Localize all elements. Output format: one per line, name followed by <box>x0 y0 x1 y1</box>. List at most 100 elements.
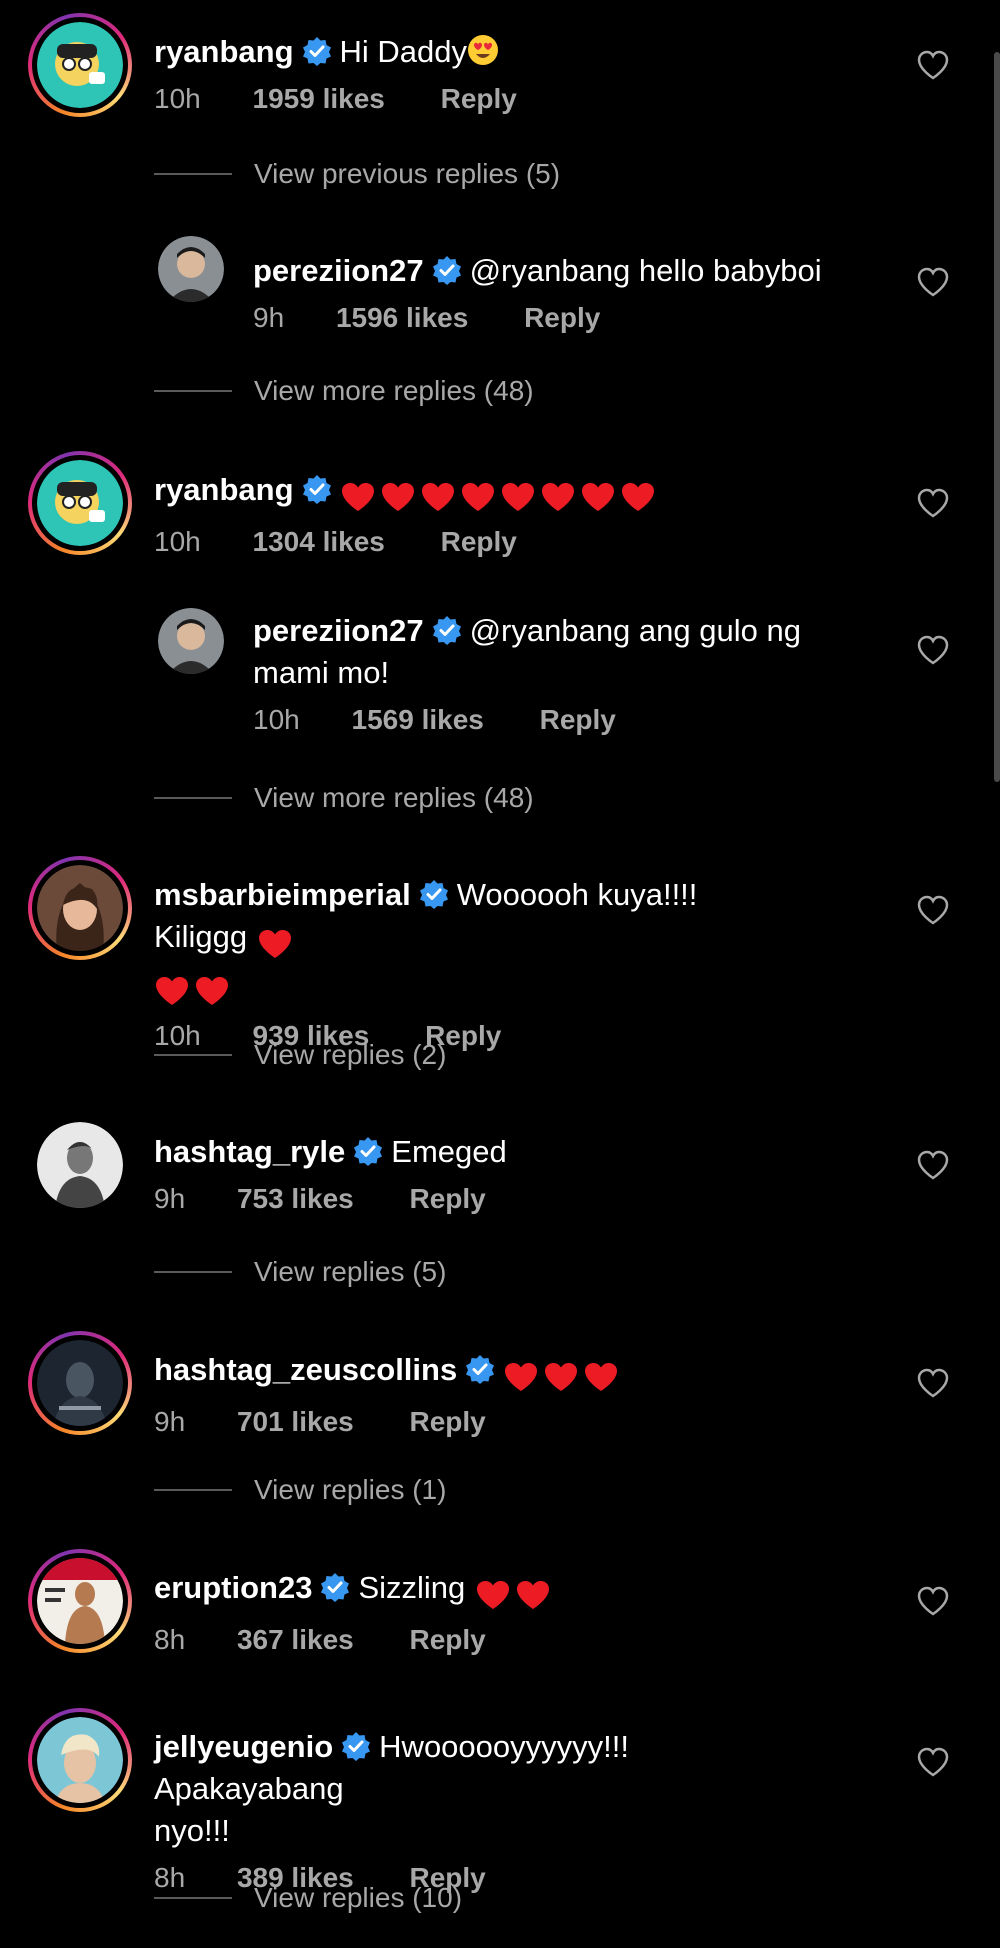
scrollbar[interactable] <box>994 52 1000 782</box>
red-heart-emoji-icon <box>540 481 576 513</box>
avatar[interactable] <box>28 856 132 960</box>
likes-count[interactable]: 1959 likes <box>253 79 385 119</box>
avatar[interactable] <box>158 236 224 302</box>
likes-count[interactable]: 367 likes <box>237 1620 354 1660</box>
heart-eyes-emoji-icon <box>467 34 499 66</box>
divider <box>154 1271 232 1273</box>
verified-badge-icon <box>432 615 462 645</box>
verified-badge-icon <box>353 1136 383 1166</box>
likes-count[interactable]: 1304 likes <box>253 522 385 562</box>
like-heart-icon[interactable] <box>916 49 950 81</box>
like-heart-icon[interactable] <box>916 1585 950 1617</box>
red-heart-emoji-icon <box>340 481 376 513</box>
like-heart-icon[interactable] <box>916 266 950 298</box>
verified-badge-icon <box>302 36 332 66</box>
profile-photo-icon <box>158 608 224 674</box>
username[interactable]: ryanbang <box>154 472 294 507</box>
comment-text: Hi Daddy <box>339 34 468 69</box>
red-heart-emoji-icon <box>460 481 496 513</box>
profile-photo-icon <box>37 1340 123 1426</box>
view-replies-button[interactable]: View more replies (48) <box>154 778 534 818</box>
like-heart-icon[interactable] <box>916 1367 950 1399</box>
red-heart-emoji-icon <box>475 1579 511 1611</box>
red-heart-emoji-icon <box>620 481 656 513</box>
view-replies-label: View replies (1) <box>254 1474 447 1505</box>
view-replies-button[interactable]: View replies (5) <box>154 1252 446 1292</box>
comment-text: @ryanbang ang gulo ng <box>469 613 801 648</box>
reply-button[interactable]: Reply <box>410 1402 486 1442</box>
likes-count[interactable]: 1569 likes <box>352 700 484 740</box>
view-replies-button[interactable]: View replies (2) <box>154 1035 446 1075</box>
username[interactable]: eruption23 <box>154 1570 312 1605</box>
reply-button[interactable]: Reply <box>410 1620 486 1660</box>
comment-text-continued: mami mo! <box>253 655 390 690</box>
profile-photo-icon <box>37 1717 123 1803</box>
username[interactable]: ryanbang <box>154 34 294 69</box>
username[interactable]: hashtag_ryle <box>154 1134 345 1169</box>
like-heart-icon[interactable] <box>916 894 950 926</box>
avatar[interactable] <box>28 451 132 555</box>
reply-button[interactable]: Reply <box>441 522 517 562</box>
divider <box>154 173 232 175</box>
username[interactable]: jellyeugenio <box>154 1729 333 1764</box>
profile-photo-icon <box>158 236 224 302</box>
divider <box>154 1054 232 1056</box>
profile-photo-icon <box>37 1558 123 1644</box>
avatar[interactable] <box>28 1549 132 1653</box>
like-heart-icon[interactable] <box>916 1746 950 1778</box>
like-heart-icon[interactable] <box>916 1149 950 1181</box>
comment-time: 9h <box>154 1183 186 1214</box>
cartoon-avatar-icon <box>37 460 123 546</box>
verified-badge-icon <box>320 1572 350 1602</box>
divider <box>154 1489 232 1491</box>
comment-text: Sizzling <box>358 1570 466 1605</box>
like-heart-icon[interactable] <box>916 487 950 519</box>
likes-count[interactable]: 1596 likes <box>336 298 468 338</box>
avatar[interactable] <box>28 13 132 117</box>
username[interactable]: pereziion27 <box>253 613 424 648</box>
avatar[interactable] <box>158 608 224 674</box>
view-replies-button[interactable]: View previous replies (5) <box>154 154 560 194</box>
comment-time: 10h <box>154 83 201 114</box>
username[interactable]: hashtag_zeuscollins <box>154 1352 457 1387</box>
reply-button[interactable]: Reply <box>441 79 517 119</box>
red-hearts <box>340 474 660 516</box>
red-heart-emoji-icon <box>583 1361 619 1393</box>
like-heart-icon[interactable] <box>916 634 950 666</box>
view-replies-button[interactable]: View replies (1) <box>154 1470 446 1510</box>
username[interactable]: pereziion27 <box>253 253 424 288</box>
reply-button[interactable]: Reply <box>524 298 600 338</box>
verified-badge-icon <box>432 255 462 285</box>
avatar[interactable] <box>28 1708 132 1812</box>
reply-button[interactable]: Reply <box>540 700 616 740</box>
red-hearts <box>475 1572 555 1614</box>
cartoon-avatar-icon <box>37 22 123 108</box>
red-heart-emoji-icon <box>503 1361 539 1393</box>
view-replies-button[interactable]: View more replies (48) <box>154 371 534 411</box>
username[interactable]: msbarbieimperial <box>154 877 411 912</box>
reply-button[interactable]: Reply <box>410 1179 486 1219</box>
comment-time: 10h <box>253 704 300 735</box>
likes-count[interactable]: 701 likes <box>237 1402 354 1442</box>
red-heart-emoji-icon <box>194 975 230 1007</box>
red-heart-emoji-icon <box>515 1579 551 1611</box>
divider <box>154 390 232 392</box>
red-heart-emoji-icon <box>154 975 190 1007</box>
divider <box>154 1897 232 1899</box>
verified-badge-icon <box>302 474 332 504</box>
likes-count[interactable]: 753 likes <box>237 1179 354 1219</box>
view-replies-label: View more replies (48) <box>254 782 534 813</box>
red-heart-emoji-icon <box>420 481 456 513</box>
verified-badge-icon <box>465 1354 495 1384</box>
comment-time: 9h <box>154 1406 186 1437</box>
avatar[interactable] <box>28 1113 132 1217</box>
comment-time: 9h <box>253 302 285 333</box>
view-replies-button[interactable]: View replies (10) <box>154 1878 462 1918</box>
red-hearts <box>503 1354 623 1396</box>
divider <box>154 797 232 799</box>
avatar[interactable] <box>28 1331 132 1435</box>
red-heart-emoji-icon <box>257 928 293 960</box>
view-replies-label: View replies (5) <box>254 1256 447 1287</box>
profile-photo-icon <box>37 1122 123 1208</box>
view-replies-label: View replies (2) <box>254 1039 447 1070</box>
